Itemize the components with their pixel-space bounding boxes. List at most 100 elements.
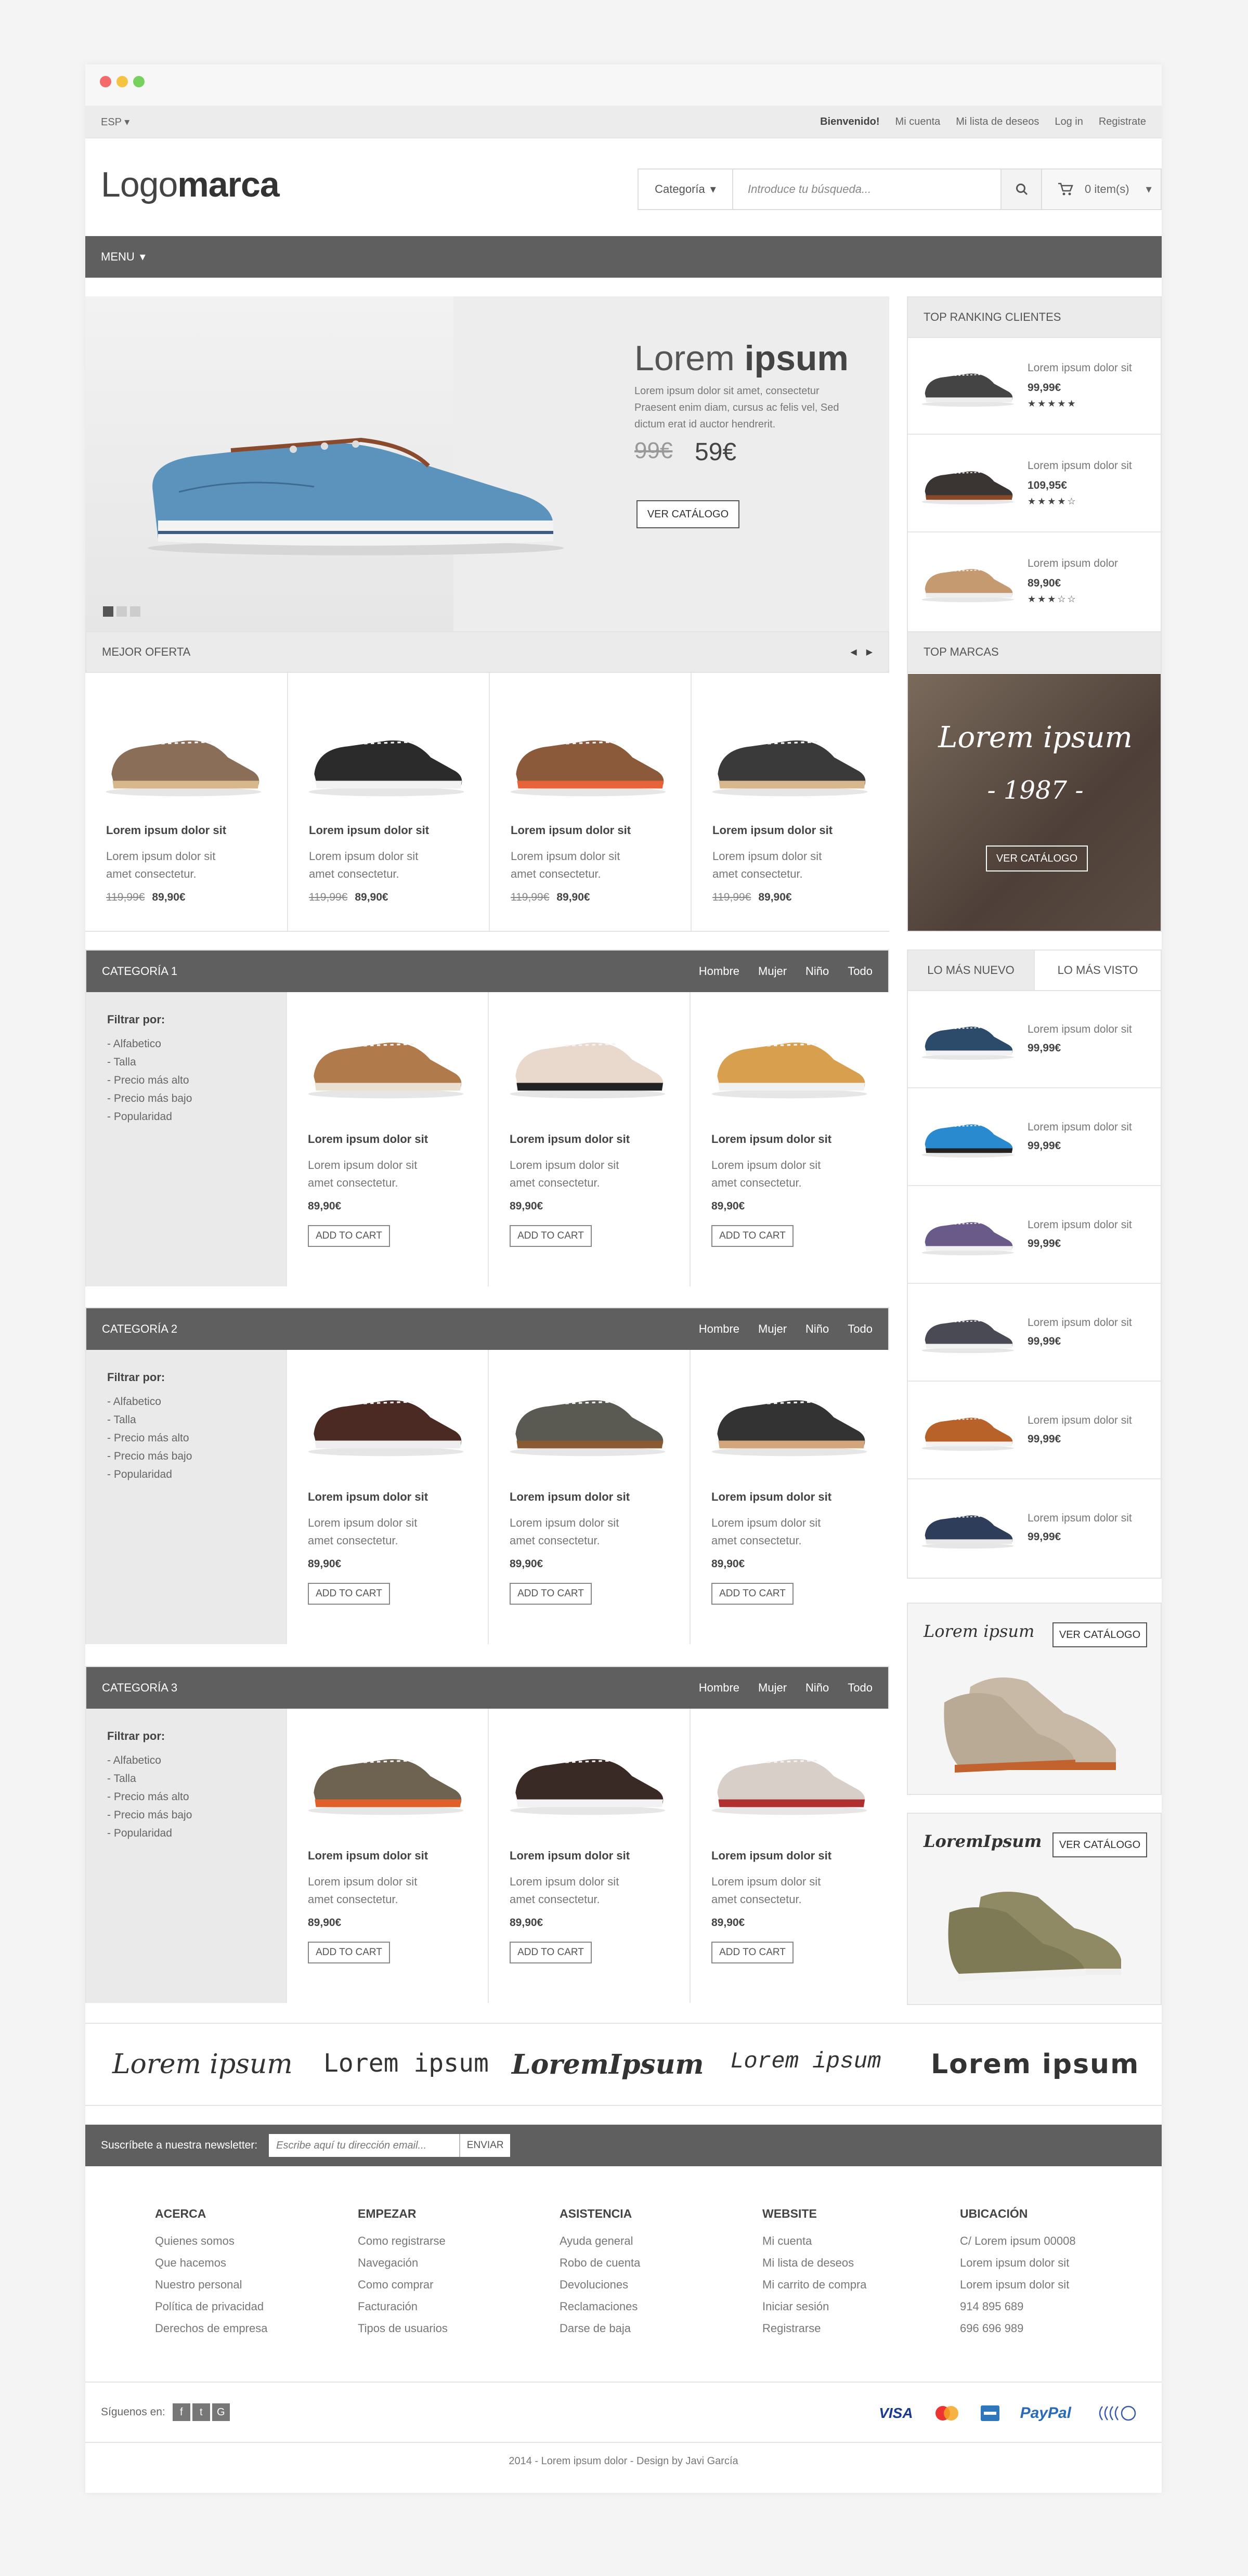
category-product-card[interactable]: Lorem ipsum dolor sit Lorem ipsum dolor s… [286,992,488,1286]
arrow-right-icon[interactable]: ▶ [866,647,873,657]
newest-item[interactable]: Lorem ipsum dolor sit 99,99€ [908,1187,1163,1284]
search-input[interactable]: Introduce tu búsqueda... [733,170,1000,209]
slide-dot[interactable] [130,606,140,617]
add-to-cart-button[interactable]: ADD TO CART [711,1942,794,1963]
newest-item-name[interactable]: Lorem ipsum dolor sit [1028,1317,1132,1329]
product-name[interactable]: Lorem ipsum dolor sit [308,1849,428,1863]
add-to-cart-button[interactable]: ADD TO CART [308,1225,390,1247]
link-register[interactable]: Registrate [1099,116,1146,128]
filter-option[interactable]: - Popularidad [107,1824,192,1842]
tab-newest[interactable]: LO MÁS NUEVO [908,951,1035,990]
filter-option[interactable]: - Alfabetico [107,1393,192,1411]
footer-link[interactable]: Devoluciones [560,2274,640,2296]
ranking-item[interactable]: Lorem ipsum dolor sit 109,95€ ★★★★☆ [908,436,1163,532]
slide-dot[interactable] [103,606,113,617]
add-to-cart-button[interactable]: ADD TO CART [308,1583,390,1605]
logo[interactable]: Logomarca [101,164,280,205]
slide-dot[interactable] [116,606,127,617]
add-to-cart-button[interactable]: ADD TO CART [711,1225,794,1247]
filter-tab-2[interactable]: Niño [805,1322,829,1336]
category-product-card[interactable]: Lorem ipsum dolor sit Lorem ipsum dolor s… [690,1709,891,2003]
ranking-item-name[interactable]: Lorem ipsum dolor sit [1028,460,1132,472]
product-name[interactable]: Lorem ipsum dolor sit [711,1490,831,1504]
newest-item-name[interactable]: Lorem ipsum dolor sit [1028,1512,1132,1525]
promo-2-catalog-button[interactable]: VER CATÁLOGO [1052,1832,1147,1857]
footer-link[interactable]: Como comprar [358,2274,448,2296]
filter-tab-2[interactable]: Niño [805,1681,829,1695]
link-login[interactable]: Log in [1055,116,1083,128]
filter-option[interactable]: - Alfabetico [107,1035,192,1053]
filter-option[interactable]: - Talla [107,1411,192,1429]
offer-product-card[interactable]: Lorem ipsum dolor sit Lorem ipsum dolor s… [85,673,286,931]
filter-option[interactable]: - Precio más alto [107,1788,192,1806]
newest-item[interactable]: Lorem ipsum dolor sit 99,99€ [908,1480,1163,1577]
footer-link[interactable]: Como registrarse [358,2230,448,2252]
product-name[interactable]: Lorem ipsum dolor sit [309,824,429,837]
filter-tab-3[interactable]: Todo [848,1322,873,1336]
filter-option[interactable]: - Talla [107,1770,192,1788]
product-name[interactable]: Lorem ipsum dolor sit [711,1133,831,1146]
category-product-card[interactable]: Lorem ipsum dolor sit Lorem ipsum dolor s… [488,1709,690,2003]
category-product-card[interactable]: Lorem ipsum dolor sit Lorem ipsum dolor s… [488,1350,690,1644]
category-product-card[interactable]: Lorem ipsum dolor sit Lorem ipsum dolor s… [286,1350,488,1644]
footer-link[interactable]: Mi carrito de compra [762,2274,867,2296]
brand-logo[interactable]: Lorem ipsum [112,2049,293,2080]
language-select[interactable]: ESP ▾ [101,115,129,128]
ranking-item-name[interactable]: Lorem ipsum dolor sit [1028,362,1132,374]
minimize-dot[interactable] [116,76,128,87]
product-name[interactable]: Lorem ipsum dolor sit [510,1133,630,1146]
newest-item[interactable]: Lorem ipsum dolor sit 99,99€ [908,1382,1163,1479]
maximize-dot[interactable] [133,76,145,87]
filter-option[interactable]: - Precio más bajo [107,1089,192,1108]
hero-catalog-button[interactable]: VER CATÁLOGO [636,500,739,528]
brand-logo[interactable]: Lorem ipsum [931,2049,1139,2080]
product-name[interactable]: Lorem ipsum dolor sit [712,824,833,837]
filter-tab-0[interactable]: Hombre [699,1322,739,1336]
newest-item-name[interactable]: Lorem ipsum dolor sit [1028,1219,1132,1231]
facebook-icon[interactable]: f [172,2403,190,2421]
newsletter-email-input[interactable]: Escribe aquí tu dirección email... [269,2134,460,2157]
filter-tab-2[interactable]: Niño [805,965,829,978]
footer-link[interactable]: Registrarse [762,2318,867,2339]
footer-link[interactable]: Ayuda general [560,2230,640,2252]
link-my-account[interactable]: Mi cuenta [895,116,941,128]
product-name[interactable]: Lorem ipsum dolor sit [510,1849,630,1863]
filter-option[interactable]: - Alfabetico [107,1751,192,1770]
ranking-item[interactable]: Lorem ipsum dolor 89,90€ ★★★☆☆ [908,534,1163,630]
offer-product-card[interactable]: Lorem ipsum dolor sit Lorem ipsum dolor s… [287,673,489,931]
category-product-card[interactable]: Lorem ipsum dolor sit Lorem ipsum dolor s… [488,992,690,1286]
cart-button[interactable]: 0 item(s) ▾ [1041,168,1162,210]
footer-link[interactable]: Reclamaciones [560,2296,640,2318]
filter-option[interactable]: - Precio más alto [107,1429,192,1447]
newest-item-name[interactable]: Lorem ipsum dolor sit [1028,1121,1132,1134]
newest-item[interactable]: Lorem ipsum dolor sit 99,99€ [908,991,1163,1088]
footer-link[interactable]: Darse de baja [560,2318,640,2339]
filter-tab-3[interactable]: Todo [848,1681,873,1695]
link-wishlist[interactable]: Mi lista de deseos [956,116,1039,128]
offer-product-card[interactable]: Lorem ipsum dolor sit Lorem ipsum dolor s… [489,673,691,931]
footer-link[interactable]: Derechos de empresa [155,2318,267,2339]
filter-option[interactable]: - Popularidad [107,1465,192,1484]
offer-product-card[interactable]: Lorem ipsum dolor sit Lorem ipsum dolor s… [691,673,892,931]
menu-bar[interactable]: MENU ▾ [85,236,1162,278]
tab-most-viewed[interactable]: LO MÁS VISTO [1035,951,1161,990]
filter-option[interactable]: - Precio más bajo [107,1447,192,1465]
newest-item-name[interactable]: Lorem ipsum dolor sit [1028,1023,1132,1036]
category-product-card[interactable]: Lorem ipsum dolor sit Lorem ipsum dolor s… [690,1350,891,1644]
newest-item[interactable]: Lorem ipsum dolor sit 99,99€ [908,1089,1163,1186]
footer-link[interactable]: Facturación [358,2296,448,2318]
footer-link[interactable]: Robo de cuenta [560,2252,640,2274]
footer-link[interactable]: Nuestro personal [155,2274,267,2296]
product-name[interactable]: Lorem ipsum dolor sit [510,1490,630,1504]
category-product-card[interactable]: Lorem ipsum dolor sit Lorem ipsum dolor s… [690,992,891,1286]
product-name[interactable]: Lorem ipsum dolor sit [308,1133,428,1146]
promo-1-catalog-button[interactable]: VER CATÁLOGO [1052,1622,1147,1647]
category-product-card[interactable]: Lorem ipsum dolor sit Lorem ipsum dolor s… [286,1709,488,2003]
add-to-cart-button[interactable]: ADD TO CART [510,1583,592,1605]
footer-link[interactable]: Tipos de usuarios [358,2318,448,2339]
filter-option[interactable]: - Talla [107,1053,192,1071]
filter-tab-0[interactable]: Hombre [699,1681,739,1695]
filter-tab-1[interactable]: Mujer [758,965,787,978]
add-to-cart-button[interactable]: ADD TO CART [510,1225,592,1247]
filter-tab-1[interactable]: Mujer [758,1322,787,1336]
